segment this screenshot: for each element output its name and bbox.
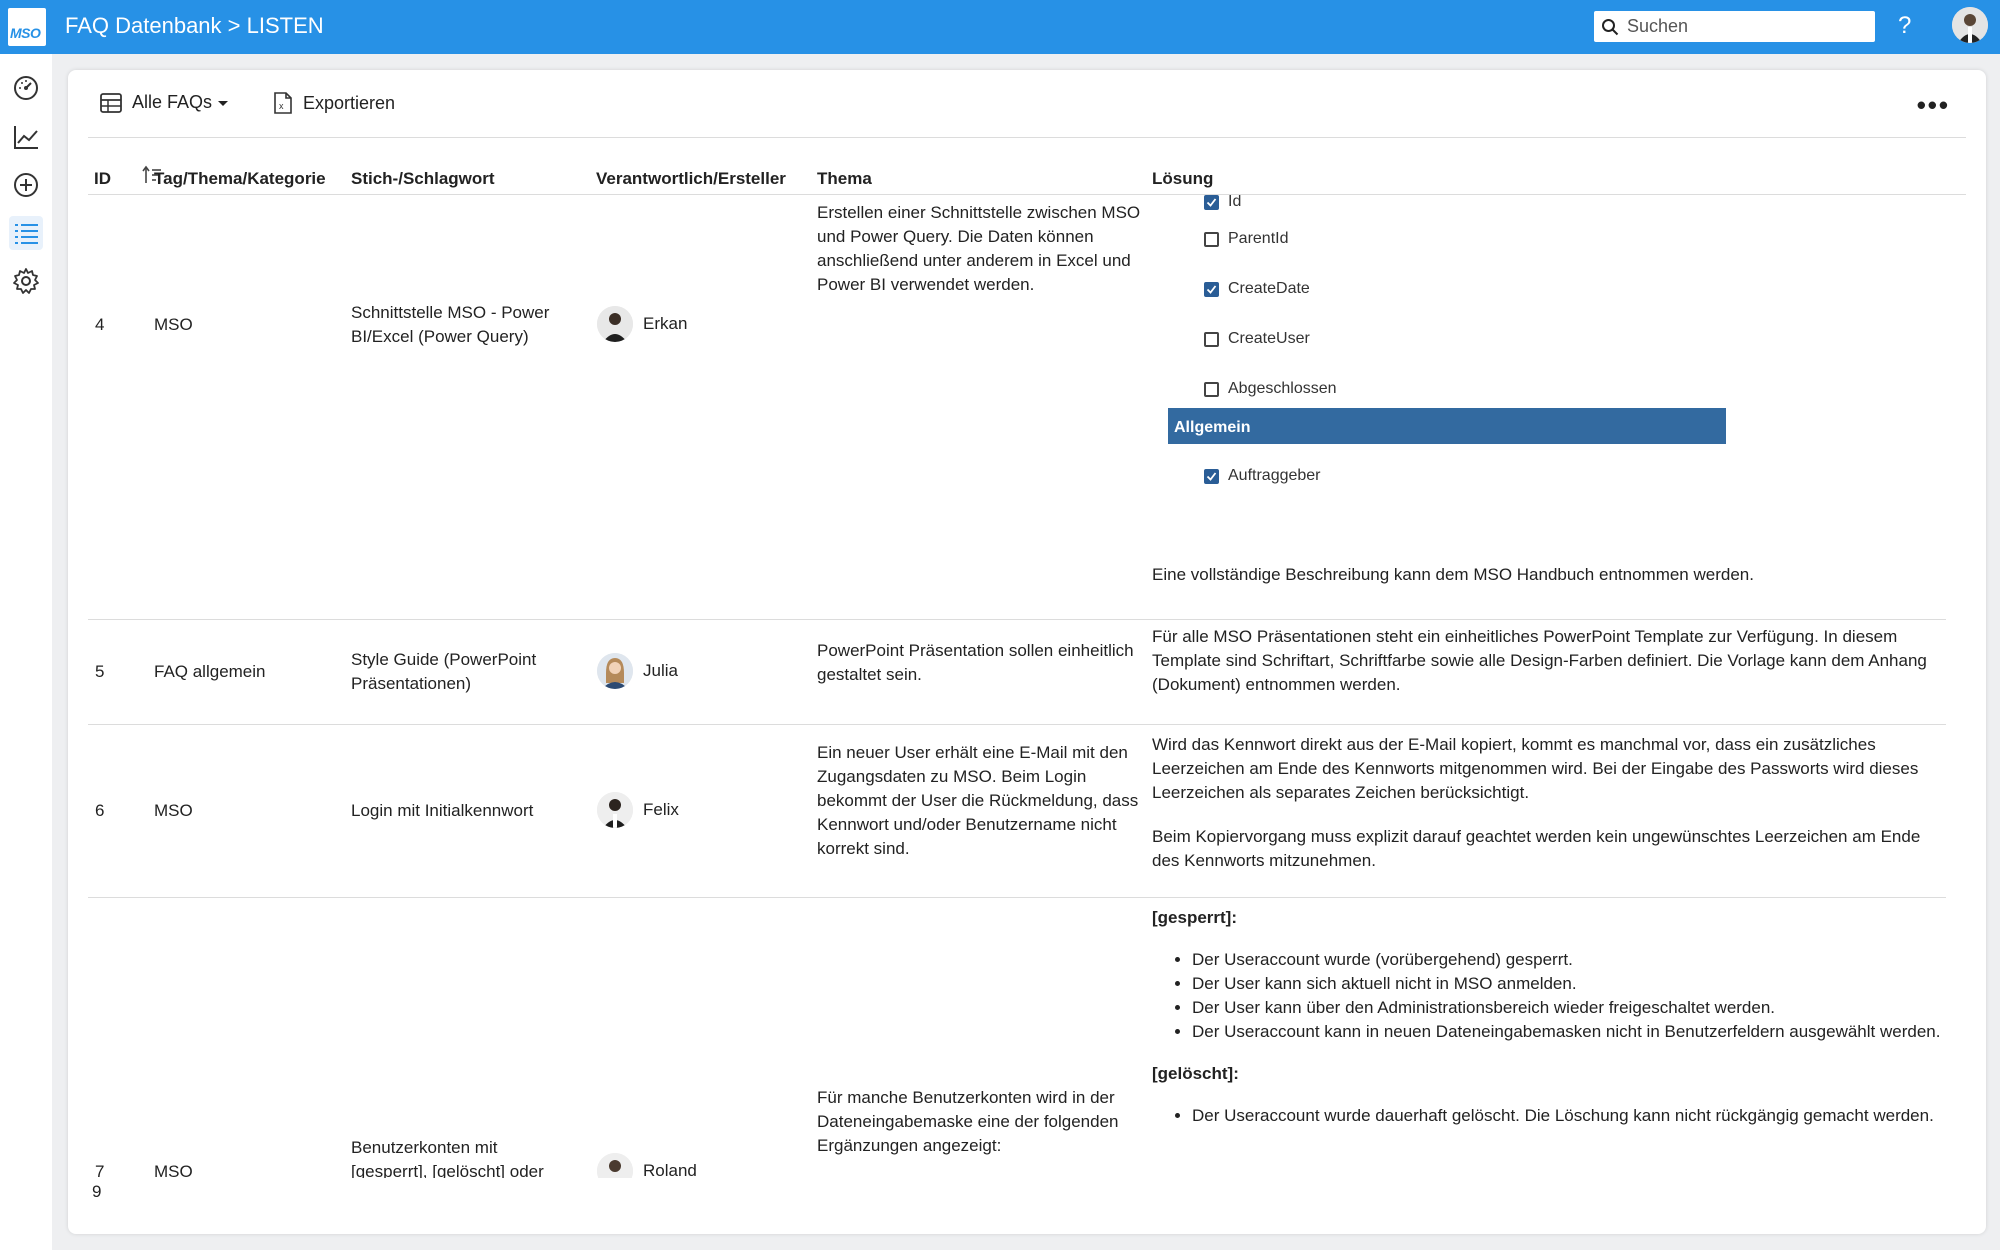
svg-text:x: x	[279, 101, 284, 111]
table-body: 4 MSO Schnittstelle MSO - Power BI/Excel…	[88, 195, 1966, 1178]
nav-settings[interactable]	[9, 264, 43, 298]
help-icon[interactable]: ?	[1898, 12, 1911, 40]
cell-topic: Für manche Benutzerkonten wird in der Da…	[817, 1088, 1119, 1155]
solution-checkbox: CreateDate	[1204, 277, 1310, 301]
cell-tag: MSO	[154, 801, 193, 820]
solution-heading: [gesperrt]:	[1152, 908, 1238, 927]
avatar	[597, 1153, 633, 1178]
cell-owner[interactable]: Erkan	[597, 306, 687, 342]
owner-name: Julia	[643, 661, 678, 680]
solution-checkbox: ParentId	[1204, 227, 1288, 251]
gear-icon	[13, 268, 39, 294]
solution-checkbox: CreateUser	[1204, 327, 1310, 351]
search-icon	[1602, 19, 1619, 36]
cell-topic: Ein neuer User erhält eine E-Mail mit de…	[817, 743, 1139, 858]
user-avatar[interactable]	[1952, 7, 1988, 43]
row-count: 9	[92, 1182, 102, 1201]
faq-list-card: Alle FAQs x Exportieren ••• ID Tag/Thema…	[68, 70, 1986, 1234]
more-options-icon[interactable]: •••	[1917, 90, 1950, 121]
cell-keyword: Login mit Initialkennwort	[351, 801, 534, 820]
solution-list: Der Useraccount wurde dauerhaft gelöscht…	[1192, 1104, 1942, 1128]
cell-tag: FAQ allgemein	[154, 662, 266, 681]
dashboard-gauge-icon	[14, 76, 38, 100]
table-row[interactable]: 5 FAQ allgemein Style Guide (PowerPoint …	[88, 620, 1946, 725]
solution-checkbox: Id	[1204, 195, 1241, 214]
page-title: FAQ Datenbank > LISTEN	[65, 13, 324, 38]
table-row[interactable]: 7 MSO Benutzerkonten mit [gesperrt], [ge…	[88, 898, 1946, 1178]
nav-statistics[interactable]	[9, 120, 43, 154]
export-button[interactable]: x Exportieren	[273, 92, 395, 114]
cell-keyword: Benutzerkonten mit [gesperrt], [gelöscht…	[351, 1138, 544, 1178]
solution-note: Eine vollständige Beschreibung kann dem …	[1152, 565, 1754, 584]
nav-lists[interactable]	[9, 216, 43, 250]
column-header-topic[interactable]: Thema	[817, 169, 872, 189]
cell-tag: MSO	[154, 1162, 193, 1178]
cell-keyword: Style Guide (PowerPoint Präsentationen)	[351, 650, 537, 693]
view-selector[interactable]: Alle FAQs	[100, 92, 229, 113]
solution-heading: [gelöscht]:	[1152, 1064, 1239, 1083]
line-chart-icon	[14, 126, 38, 149]
cell-topic: PowerPoint Präsentation sollen einheitli…	[817, 641, 1134, 684]
left-navigation	[0, 54, 52, 1250]
list-item: Der Useraccount wurde (vorübergehend) ge…	[1192, 948, 1942, 972]
cell-tag: MSO	[154, 315, 193, 334]
column-header-solution[interactable]: Lösung	[1152, 169, 1213, 189]
cell-id: 4	[95, 315, 105, 334]
avatar	[597, 653, 633, 689]
list-item: Der User kann sich aktuell nicht in MSO …	[1192, 972, 1942, 996]
table-row[interactable]: 4 MSO Schnittstelle MSO - Power BI/Excel…	[88, 195, 1946, 620]
table-row[interactable]: 6 MSO Login mit Initialkennwort Felix Ei…	[88, 725, 1946, 898]
cell-owner[interactable]: Felix	[597, 792, 679, 828]
cell-topic: Erstellen einer Schnittstelle zwischen M…	[817, 203, 1141, 294]
cell-id: 6	[95, 801, 105, 820]
excel-file-icon: x	[274, 92, 292, 114]
solution-list: Der Useraccount wurde (vorübergehend) ge…	[1192, 948, 1942, 1044]
cell-keyword: Schnittstelle MSO - Power BI/Excel (Powe…	[351, 303, 550, 346]
solution-screenshot: Id ParentId CreateDate CreateUser Abgesc…	[1152, 195, 1772, 484]
owner-name: Roland	[643, 1161, 697, 1178]
avatar	[597, 306, 633, 342]
logo-text: MSO	[10, 25, 41, 41]
search-input[interactable]	[1627, 11, 1867, 42]
top-bar: MSO FAQ Datenbank > LISTEN ?	[0, 0, 2000, 54]
avatar	[597, 792, 633, 828]
cell-id: 7	[95, 1162, 105, 1178]
cell-solution: Für alle MSO Präsentationen steht ein ei…	[1152, 627, 1927, 694]
solution-checkbox: Abgeschlossen	[1204, 377, 1337, 401]
cell-solution: [gesperrt]: Der Useraccount wurde (vorüb…	[1152, 906, 1942, 1128]
cell-id: 5	[95, 662, 105, 681]
list-icon	[15, 224, 38, 244]
solution-section-header: Allgemein	[1168, 408, 1726, 444]
column-header-id[interactable]: ID	[94, 169, 111, 189]
cell-owner[interactable]: Julia	[597, 653, 678, 689]
cell-solution: Id ParentId CreateDate CreateUser Abgesc…	[1152, 195, 1942, 615]
solution-paragraph: Beim Kopiervorgang muss explizit darauf …	[1152, 827, 1921, 870]
search-box[interactable]	[1594, 11, 1875, 42]
view-selector-label: Alle FAQs	[132, 92, 213, 112]
column-header-owner[interactable]: Verantwortlich/Ersteller	[596, 169, 786, 189]
list-item: Der User kann über den Administrationsbe…	[1192, 996, 1942, 1020]
add-circle-icon	[14, 173, 38, 197]
export-label: Exportieren	[303, 92, 396, 113]
column-header-keyword[interactable]: Stich-/Schlagwort	[351, 169, 495, 189]
owner-name: Felix	[643, 800, 679, 819]
cell-owner[interactable]: Roland	[597, 1153, 697, 1178]
solution-checkbox: Auftraggeber	[1204, 464, 1321, 488]
table-icon	[100, 92, 122, 113]
mso-logo[interactable]: MSO	[8, 8, 46, 46]
owner-name: Erkan	[643, 314, 688, 333]
list-item: Der Useraccount wurde dauerhaft gelöscht…	[1192, 1104, 1942, 1128]
nav-dashboard[interactable]	[9, 71, 43, 105]
nav-add[interactable]	[9, 168, 43, 202]
cell-solution: Wird das Kennwort direkt aus der E-Mail …	[1152, 733, 1942, 893]
list-toolbar: Alle FAQs x Exportieren •••	[88, 70, 1966, 138]
solution-paragraph: Wird das Kennwort direkt aus der E-Mail …	[1152, 735, 1919, 802]
list-item: Der Useraccount kann in neuen Dateneinga…	[1192, 1020, 1942, 1044]
chevron-down-icon	[218, 101, 229, 106]
table-header: ID Tag/Thema/Kategorie Stich-/Schlagwort…	[88, 162, 1966, 195]
column-header-tag[interactable]: Tag/Thema/Kategorie	[154, 169, 326, 189]
